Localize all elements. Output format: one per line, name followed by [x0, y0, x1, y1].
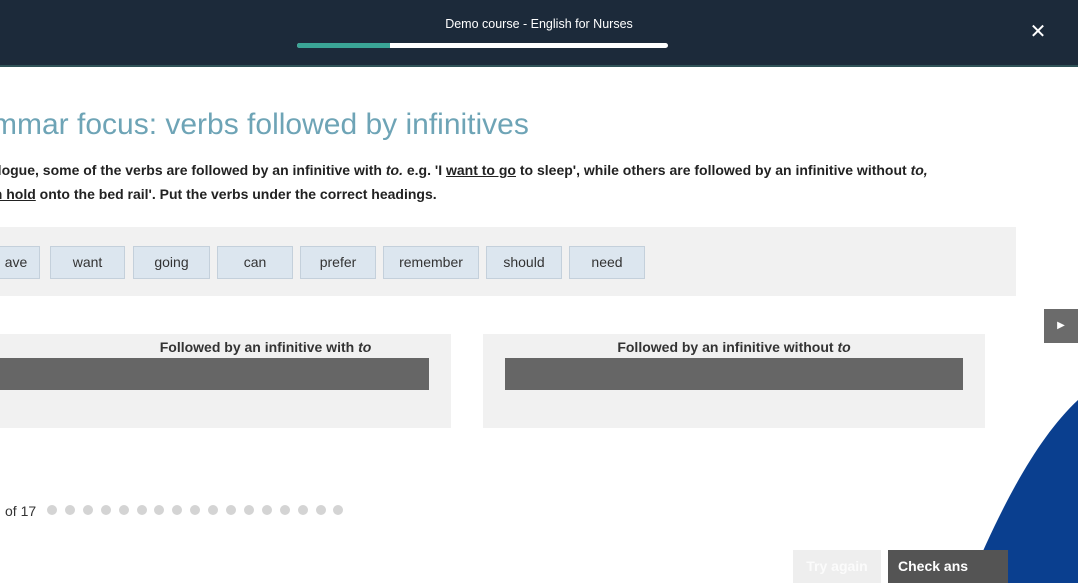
instructions: ialogue, some of the verbs are followed … — [0, 158, 1046, 206]
check-answer-button[interactable]: Check ans — [888, 550, 1008, 583]
page-dot[interactable] — [172, 505, 183, 515]
next-arrow-icon: ▶ — [1057, 320, 1065, 331]
page-dot[interactable] — [82, 505, 93, 515]
page-dot[interactable] — [47, 505, 57, 515]
word-chip[interactable]: need — [569, 246, 645, 279]
page-counter: of 17 — [5, 503, 37, 519]
close-icon: ✕ — [1029, 21, 1047, 43]
page-dot[interactable] — [333, 505, 344, 515]
try-again-button: Try again — [793, 550, 881, 583]
page-dot[interactable] — [154, 505, 165, 515]
word-chip[interactable]: ave — [0, 246, 40, 279]
page-dot[interactable] — [315, 505, 326, 515]
page-dot[interactable] — [136, 505, 147, 515]
close-button[interactable]: ✕ — [1026, 20, 1050, 44]
word-chip[interactable]: should — [486, 246, 562, 279]
word-chip[interactable]: can — [217, 246, 293, 279]
page-dot[interactable] — [261, 505, 272, 515]
course-progress-fill — [297, 43, 390, 48]
example-phrase: want to go — [445, 162, 516, 178]
instructions-line-1: ialogue, some of the verbs are followed … — [0, 162, 928, 178]
page-dot[interactable] — [243, 505, 254, 515]
drop-panel-heading: Followed by an infinitive without to — [617, 339, 851, 355]
course-title: Demo course - English for Nurses — [445, 17, 633, 31]
page-title: mmar focus: verbs followed by infinitive… — [0, 108, 529, 141]
page-dot[interactable] — [208, 505, 219, 515]
drop-panel-without-to: Followed by an infinitive without to — [483, 334, 985, 428]
word-bank: ave want going can prefer remember shoul… — [0, 227, 1016, 296]
page-dot[interactable] — [279, 505, 290, 515]
word-chip[interactable]: remember — [383, 246, 479, 279]
page-dot[interactable] — [64, 505, 75, 515]
word-chip[interactable]: want — [50, 246, 125, 279]
example-phrase: an hold — [0, 186, 36, 202]
page-dot[interactable] — [118, 505, 129, 515]
page-dot[interactable] — [226, 505, 236, 515]
next-button[interactable]: ▶ — [1044, 309, 1078, 343]
drop-zone-without-to[interactable] — [505, 358, 963, 390]
drop-panel-heading: Followed by an infinitive with to — [159, 339, 372, 355]
top-bar: Demo course - English for Nurses ✕ — [0, 0, 1078, 67]
instructions-line-2: an hold onto the bed rail'. Put the verb… — [0, 182, 1046, 206]
drop-panel-with-to: Followed by an infinitive with to — [0, 334, 451, 428]
drop-zone-with-to[interactable] — [0, 358, 429, 390]
page-dot[interactable] — [297, 505, 308, 515]
word-chip[interactable]: prefer — [300, 246, 376, 279]
course-progress-bar — [297, 43, 668, 48]
page-dot[interactable] — [190, 505, 201, 515]
word-chip[interactable]: going — [133, 246, 210, 279]
top-bar-divider — [0, 65, 1078, 67]
page-dot[interactable] — [100, 505, 111, 515]
